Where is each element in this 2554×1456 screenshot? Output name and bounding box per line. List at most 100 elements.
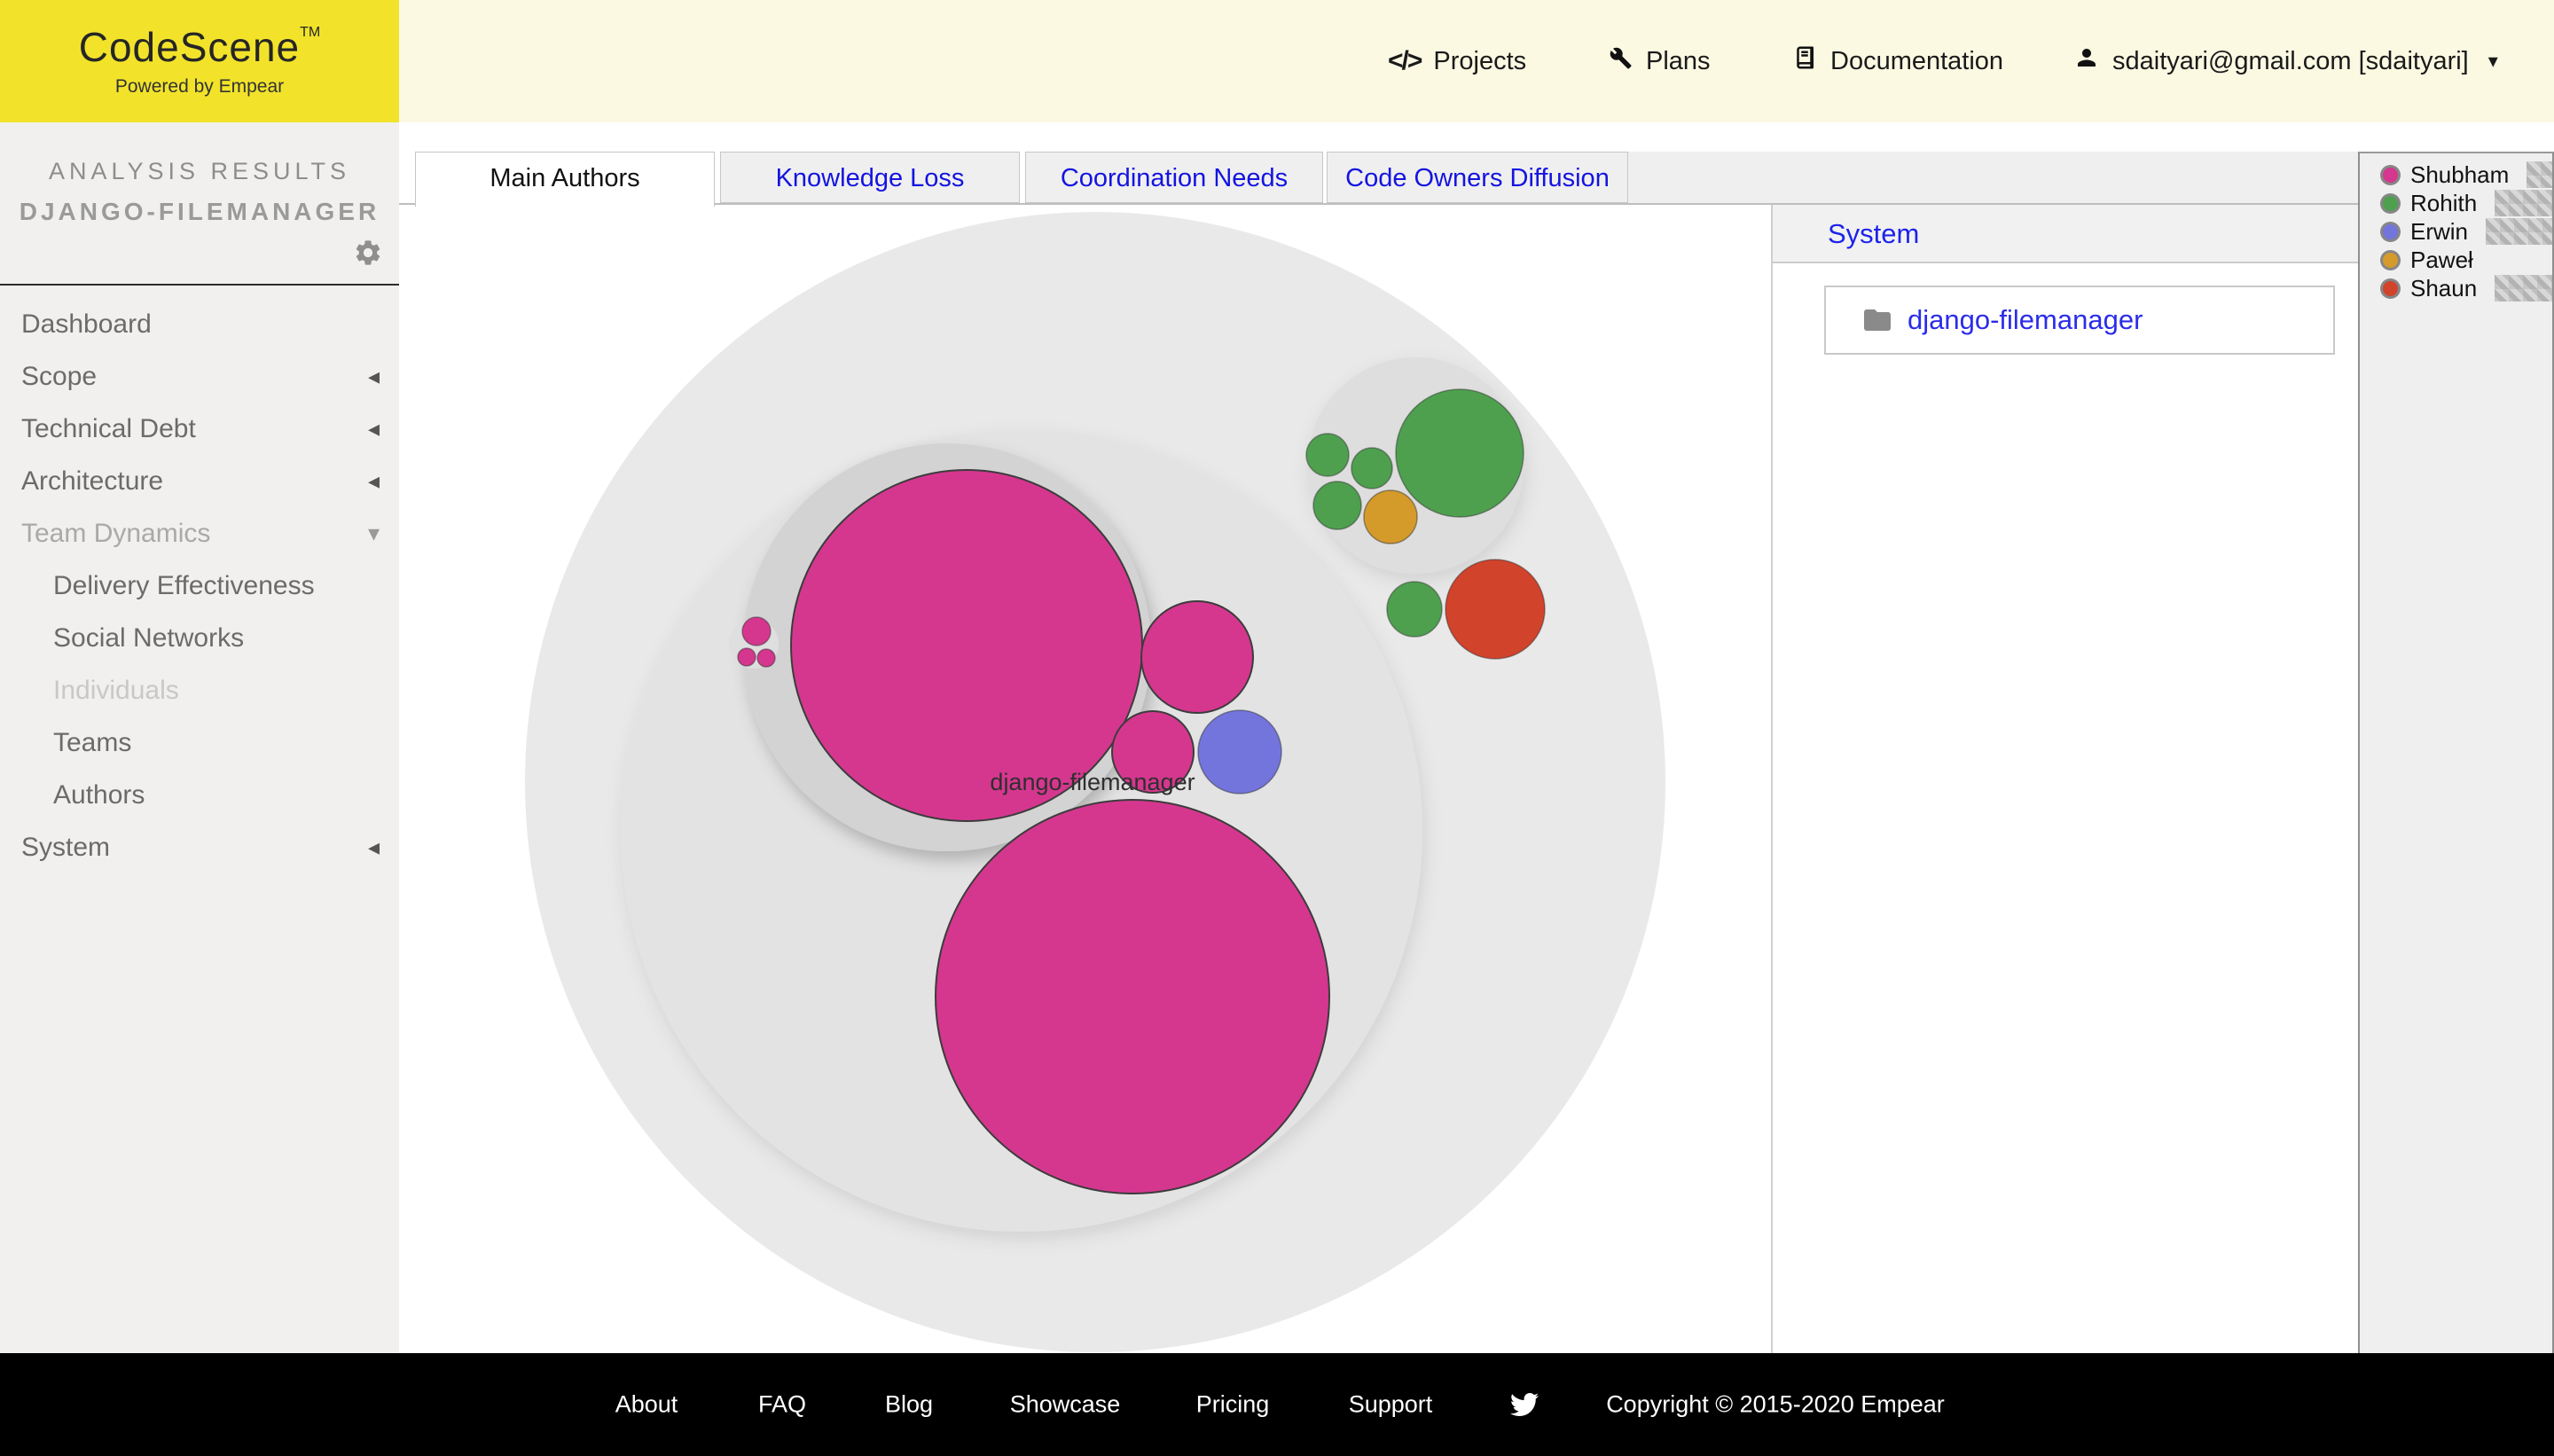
legend-author-name: Rohith	[2410, 189, 2478, 216]
system-panel-title: System	[1773, 205, 2358, 263]
sidebar-item-label: Social Networks	[53, 623, 245, 653]
sidebar-item-label: Teams	[53, 728, 132, 757]
footer-link-about[interactable]: About	[615, 1391, 678, 1419]
redacted-name	[2495, 190, 2552, 216]
file-bubble-shubham[interactable]	[741, 616, 772, 646]
legend-color-dot	[2383, 195, 2398, 211]
footer: About FAQ Blog Showcase Pricing Support Copyr…	[0, 1353, 2554, 1456]
sidebar-item-label: Technical Debt	[21, 414, 196, 443]
nav-projects-label: Projects	[1433, 46, 1527, 75]
user-email-label: sdaityari@gmail.com [sdaityari]	[2112, 46, 2469, 75]
legend-entry-rohith: Rohith	[2360, 189, 2552, 217]
top-bar: CodeSceneTM Powered by Empear </> Projec…	[0, 0, 2554, 122]
nav-plans-label: Plans	[1646, 46, 1711, 75]
code-icon: </>	[1388, 46, 1422, 75]
chevron-left-icon: ◂	[367, 363, 380, 389]
sidebar-item-dashboard[interactable]: Dashboard	[0, 298, 399, 350]
legend-author-name: Shubham	[2410, 160, 2510, 188]
sidebar-item-teams[interactable]: Teams	[0, 716, 399, 769]
file-bubble-shaun[interactable]	[1445, 559, 1546, 660]
authors-legend: Shubham Rohith Erwin Paweł Shaun	[2360, 153, 2552, 302]
footer-link-support[interactable]: Support	[1349, 1391, 1433, 1419]
codescene-logo[interactable]: CodeSceneTM Powered by Empear	[0, 0, 399, 122]
sidebar-item-architecture[interactable]: Architecture ◂	[0, 455, 399, 507]
legend-color-dot	[2383, 252, 2398, 268]
analysis-heading-line1: ANALYSIS RESULTS	[48, 158, 351, 184]
tab-main-authors[interactable]: Main Authors	[415, 152, 715, 207]
bubble-chart-svg: django-filemanager	[525, 212, 1665, 1352]
analysis-heading: ANALYSIS RESULTS DJANGO-FILEMANAGER	[0, 158, 399, 226]
system-panel: System django-filemanager	[1773, 205, 2358, 1353]
sidebar-item-scope[interactable]: Scope ◂	[0, 350, 399, 403]
footer-link-pricing[interactable]: Pricing	[1196, 1391, 1270, 1419]
system-folder-link[interactable]: django-filemanager	[1908, 304, 2143, 336]
legend-author-name: Shaun	[2410, 274, 2478, 301]
sidebar: ANALYSIS RESULTS DJANGO-FILEMANAGER Dash…	[0, 122, 399, 1353]
nav-documentation-label: Documentation	[1830, 46, 2004, 75]
file-bubble-rohith[interactable]	[1305, 433, 1350, 477]
sidebar-item-technical-debt[interactable]: Technical Debt ◂	[0, 403, 399, 455]
redacted-name	[2486, 218, 2552, 245]
file-bubble-shubham[interactable]	[935, 799, 1330, 1194]
tab-coordination-needs[interactable]: Coordination Needs	[1025, 152, 1323, 203]
legend-author-name: Paweł	[2410, 246, 2473, 273]
sidebar-item-individuals[interactable]: Individuals	[0, 664, 399, 716]
redacted-name	[2527, 161, 2552, 188]
sidebar-item-label: Individuals	[53, 676, 179, 705]
footer-link-faq[interactable]: FAQ	[758, 1391, 806, 1419]
legend-entry-pawe: Paweł	[2360, 246, 2552, 274]
sidebar-item-label: Team Dynamics	[21, 519, 211, 548]
system-folder-card[interactable]: django-filemanager	[1824, 286, 2335, 355]
footer-link-showcase[interactable]: Showcase	[1010, 1391, 1121, 1419]
nav-plans[interactable]: Plans	[1607, 0, 1711, 122]
legend-color-dot	[2383, 280, 2398, 296]
file-bubble-rohith[interactable]	[1386, 581, 1443, 638]
sidebar-item-label: Authors	[53, 780, 145, 810]
twitter-icon[interactable]	[1510, 1390, 1539, 1419]
analysis-heading-line2: DJANGO-FILEMANAGER	[19, 198, 380, 225]
main-authors-chart: django-filemanager	[399, 205, 1771, 1353]
gear-icon[interactable]	[353, 238, 383, 268]
sidebar-item-authors[interactable]: Authors	[0, 769, 399, 821]
sidebar-item-label: Delivery Effectiveness	[53, 571, 315, 600]
trademark-mark: TM	[300, 25, 321, 40]
person-icon	[2073, 44, 2100, 78]
file-bubble-shubham[interactable]	[1140, 600, 1254, 714]
tab-knowledge-loss[interactable]: Knowledge Loss	[720, 152, 1020, 203]
legend-entry-shubham: Shubham	[2360, 160, 2552, 189]
authors-legend-panel: Shubham Rohith Erwin Paweł Shaun	[2358, 152, 2554, 1353]
footer-link-blog[interactable]: Blog	[885, 1391, 933, 1419]
file-bubble-rohith[interactable]	[1395, 388, 1524, 518]
sidebar-item-social-networks[interactable]: Social Networks	[0, 612, 399, 664]
chevron-down-icon: ▾	[367, 520, 380, 546]
nav-user-menu[interactable]: sdaityari@gmail.com [sdaityari] ▾	[2073, 0, 2498, 122]
sidebar-item-delivery-effectiveness[interactable]: Delivery Effectiveness	[0, 560, 399, 612]
caret-down-icon: ▾	[2487, 50, 2498, 72]
sidebar-item-label: Dashboard	[21, 309, 152, 339]
file-bubble-pawe[interactable]	[1363, 489, 1418, 544]
legend-color-dot	[2383, 167, 2398, 183]
sidebar-item-label: Architecture	[21, 466, 164, 496]
nav-documentation[interactable]: Documentation	[1791, 0, 2003, 122]
sidebar-item-system[interactable]: System ◂	[0, 821, 399, 873]
book-icon	[1791, 44, 1818, 78]
logo-tagline: Powered by Empear	[114, 76, 285, 97]
sidebar-divider	[0, 284, 399, 286]
legend-author-name: Erwin	[2410, 217, 2469, 245]
codescene-app: CodeSceneTM Powered by Empear </> Projec…	[0, 0, 2554, 1456]
redacted-name	[2495, 275, 2552, 301]
nav-projects[interactable]: </> Projects	[1388, 0, 1526, 122]
tab-code-owners-diffusion[interactable]: Code Owners Diffusion	[1327, 152, 1628, 203]
chevron-left-icon: ◂	[367, 467, 380, 494]
file-bubble-rohith[interactable]	[1351, 447, 1393, 489]
chevron-left-icon: ◂	[367, 415, 380, 442]
sidebar-item-team-dynamics[interactable]: Team Dynamics ▾	[0, 507, 399, 560]
file-bubble-rohith[interactable]	[1312, 481, 1362, 530]
file-bubble-shubham[interactable]	[737, 647, 756, 667]
folder-icon	[1864, 309, 1891, 331]
file-bubble-shubham[interactable]	[756, 648, 776, 668]
copyright-text: Copyright © 2015-2020 Empear	[1606, 1390, 1945, 1418]
file-bubble-erwin[interactable]	[1197, 709, 1282, 795]
tab-strip-filler	[1628, 152, 2358, 203]
legend-entry-shaun: Shaun	[2360, 274, 2552, 302]
